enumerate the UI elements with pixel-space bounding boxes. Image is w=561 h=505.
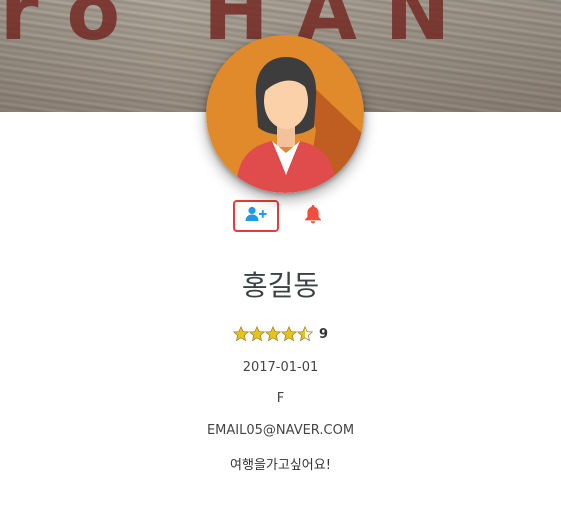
star-rating <box>232 326 313 342</box>
star-icon <box>264 326 281 342</box>
star-icon <box>296 326 313 342</box>
rating: 9 <box>0 326 561 342</box>
star-icon <box>232 326 249 342</box>
avatar[interactable] <box>206 35 364 193</box>
follow-button[interactable] <box>233 200 279 232</box>
profile-page: ro HAN 홍길동 9 2017-01-01 F EMAIL05@NAVER.… <box>0 0 561 505</box>
bell-icon <box>304 204 322 228</box>
notification-button[interactable] <box>290 200 336 232</box>
birthdate: 2017-01-01 <box>242 360 319 375</box>
profile-name: 홍길동 <box>241 269 320 302</box>
bio: 여행을가고싶어요! <box>230 458 331 473</box>
cover-text: ro HAN <box>0 0 479 58</box>
star-icon <box>248 326 265 342</box>
star-icon <box>280 326 297 342</box>
user-plus-icon <box>245 206 267 226</box>
rating-count: 9 <box>318 326 329 342</box>
email: EMAIL05@NAVER.COM <box>206 423 355 438</box>
gender: F <box>276 391 285 406</box>
